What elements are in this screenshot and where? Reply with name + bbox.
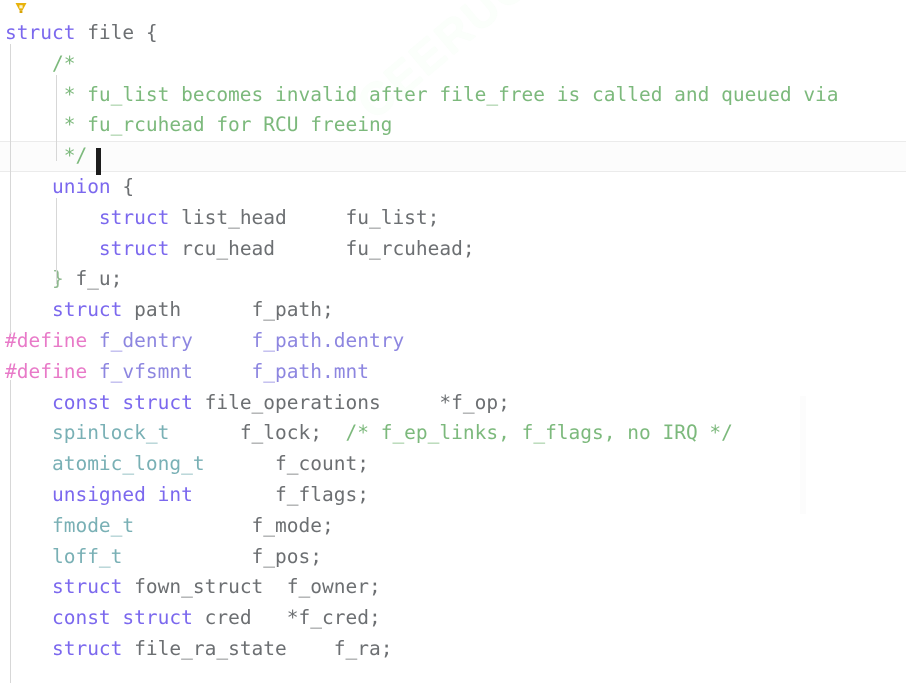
code-token-id: f_lock; bbox=[169, 421, 346, 445]
code-token-cmt: /* bbox=[5, 51, 76, 75]
code-token-id: fu_rcuhead; bbox=[275, 236, 475, 260]
code-token-kw: struct bbox=[51, 298, 123, 322]
code-token-pp: #define bbox=[5, 328, 88, 352]
code-line[interactable]: } f_u; bbox=[0, 264, 906, 295]
code-editor[interactable]: CEERUCIT struct file { /* * fu_list beco… bbox=[0, 0, 906, 685]
code-line[interactable]: union { bbox=[0, 172, 906, 203]
code-token-cmt: * fu_rcuhead for RCU freeing bbox=[5, 113, 393, 137]
code-token-kw: struct bbox=[51, 575, 123, 599]
code-token-id: f_mode; bbox=[134, 513, 334, 537]
code-token-id: f_u; bbox=[63, 267, 123, 291]
code-token-pp: #define bbox=[5, 359, 88, 383]
code-token-kw: const struct bbox=[51, 606, 193, 630]
code-line[interactable]: struct rcu_head fu_rcuhead; bbox=[0, 234, 906, 265]
code-token-cmt: */ bbox=[5, 144, 88, 168]
code-token-cmt: * fu_list becomes invalid after file_fre… bbox=[5, 82, 839, 106]
code-token-kw: struct bbox=[98, 236, 170, 260]
code-token-id bbox=[5, 575, 52, 598]
code-token-id: f_flags; bbox=[192, 482, 369, 506]
code-line[interactable]: fmode_t f_mode; bbox=[0, 511, 906, 542]
code-line[interactable]: struct list_head fu_list; bbox=[0, 203, 906, 234]
code-line[interactable]: spinlock_t f_lock; /* f_ep_links, f_flag… bbox=[0, 418, 906, 449]
code-line[interactable]: * fu_rcuhead for RCU freeing bbox=[0, 110, 906, 141]
code-token-kw: unsigned int bbox=[51, 482, 193, 506]
code-line[interactable]: unsigned int f_flags; bbox=[0, 480, 906, 511]
code-token-brc: } bbox=[5, 267, 64, 291]
code-token-id bbox=[5, 452, 52, 475]
code-token-id bbox=[5, 606, 52, 629]
code-line[interactable]: * fu_list becomes invalid after file_fre… bbox=[0, 80, 906, 111]
code-token-id: f_path; bbox=[181, 298, 334, 322]
code-token-typ: loff_t bbox=[51, 544, 123, 568]
code-token-id bbox=[5, 237, 99, 260]
code-token-id: f_pos; bbox=[122, 544, 323, 568]
code-token-id: rcu_head bbox=[169, 236, 276, 260]
code-token-mac: f_path.dentry bbox=[192, 328, 405, 352]
code-token-id bbox=[5, 514, 52, 537]
code-token-kw: struct bbox=[98, 205, 170, 229]
code-token-mac: f_dentry bbox=[87, 328, 193, 352]
code-token-kw: struct bbox=[51, 636, 123, 660]
text-cursor bbox=[96, 148, 101, 175]
code-token-id bbox=[5, 298, 52, 321]
code-token-id bbox=[5, 421, 52, 444]
code-token-id: fown_struct f_owner; bbox=[122, 575, 381, 599]
code-line[interactable]: struct file { bbox=[0, 18, 906, 49]
code-token-id bbox=[5, 175, 52, 198]
code-token-id: f_count; bbox=[204, 452, 369, 476]
code-line[interactable]: */ bbox=[0, 141, 906, 172]
code-token-id bbox=[5, 391, 52, 414]
code-line[interactable]: loff_t f_pos; bbox=[0, 542, 906, 573]
code-line[interactable]: const struct cred *f_cred; bbox=[0, 603, 906, 634]
code-token-id bbox=[5, 545, 52, 568]
code-line[interactable]: #define f_vfsmnt f_path.mnt bbox=[0, 357, 906, 388]
code-token-id bbox=[5, 206, 99, 229]
code-token-id: path bbox=[122, 298, 182, 322]
code-line[interactable]: #define f_dentry f_path.dentry bbox=[0, 326, 906, 357]
code-token-mac: f_vfsmnt bbox=[87, 359, 193, 383]
code-line[interactable]: struct path f_path; bbox=[0, 295, 906, 326]
code-content[interactable]: struct file { /* * fu_list becomes inval… bbox=[0, 18, 906, 665]
code-token-kw: union bbox=[51, 174, 111, 198]
code-token-id: *f_op; bbox=[380, 390, 510, 414]
code-token-id: file { bbox=[75, 21, 158, 44]
code-line[interactable]: atomic_long_t f_count; bbox=[0, 449, 906, 480]
code-token-typ: spinlock_t bbox=[51, 421, 170, 445]
code-token-id: { bbox=[110, 174, 135, 198]
code-token-kw: struct bbox=[5, 21, 76, 44]
code-token-id bbox=[5, 637, 52, 660]
code-line[interactable]: struct fown_struct f_owner; bbox=[0, 572, 906, 603]
code-token-id: file_operations bbox=[192, 390, 381, 414]
code-token-id: list_head bbox=[169, 205, 287, 229]
code-token-id: file_ra_state f_ra; bbox=[122, 636, 393, 660]
code-token-typ: fmode_t bbox=[51, 513, 135, 537]
code-token-kw: const struct bbox=[51, 390, 193, 414]
code-token-id: fu_list; bbox=[286, 205, 440, 229]
code-token-id: cred *f_cred; bbox=[192, 606, 381, 630]
code-line[interactable]: struct file_ra_state f_ra; bbox=[0, 634, 906, 665]
code-token-mac: f_path.mnt bbox=[192, 359, 369, 383]
code-line[interactable]: /* bbox=[0, 49, 906, 80]
code-token-cmt: /* f_ep_links, f_flags, no IRQ */ bbox=[345, 421, 733, 445]
code-line[interactable]: const struct file_operations *f_op; bbox=[0, 388, 906, 419]
code-token-id bbox=[5, 483, 52, 506]
lightbulb-icon[interactable] bbox=[14, 2, 28, 18]
code-token-typ: atomic_long_t bbox=[51, 452, 205, 476]
